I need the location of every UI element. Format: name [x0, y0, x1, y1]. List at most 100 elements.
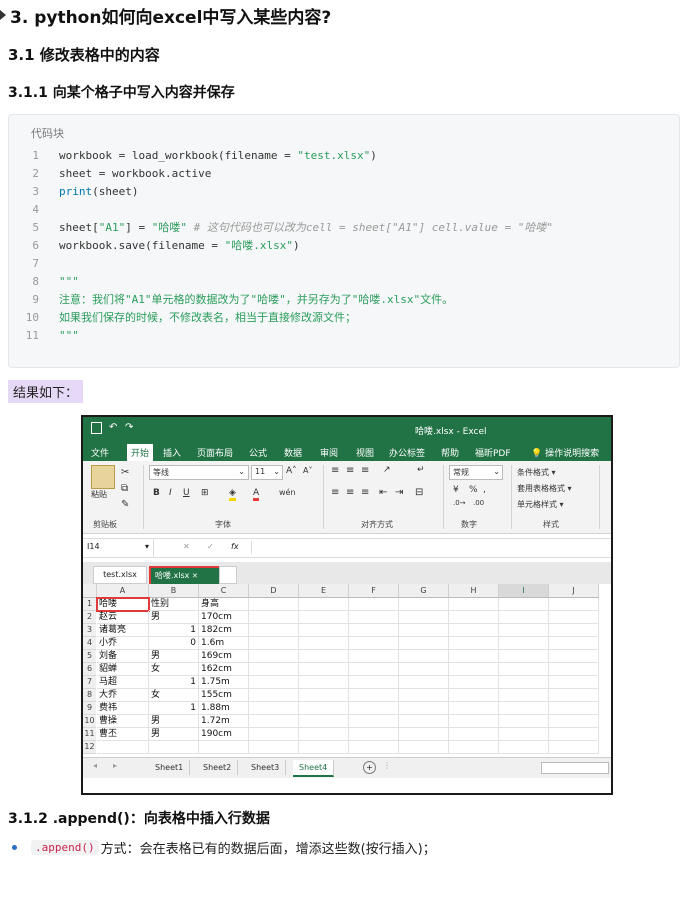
table-cell[interactable]: [249, 728, 299, 741]
ribbon-tab[interactable]: 页面布局: [197, 446, 233, 459]
fx-icon[interactable]: fx: [231, 542, 239, 551]
fill-color-icon[interactable]: ◈: [229, 488, 236, 501]
table-cell[interactable]: 女: [149, 663, 199, 676]
orientation-icon[interactable]: ↗: [383, 465, 391, 475]
table-cell[interactable]: 1: [149, 676, 199, 689]
table-cell[interactable]: 费祎: [97, 702, 149, 715]
table-cell[interactable]: [499, 676, 549, 689]
enter-icon[interactable]: ✓: [207, 542, 214, 551]
table-cell[interactable]: [399, 624, 449, 637]
table-cell[interactable]: [349, 741, 399, 754]
table-cell[interactable]: 155cm: [199, 689, 249, 702]
new-tab-button[interactable]: [219, 566, 237, 584]
table-cell[interactable]: 1.88m: [199, 702, 249, 715]
row-header[interactable]: 2: [83, 611, 96, 624]
table-cell[interactable]: [299, 741, 349, 754]
row-header[interactable]: 8: [83, 689, 96, 702]
table-cell[interactable]: [499, 637, 549, 650]
table-cell[interactable]: 1.72m: [199, 715, 249, 728]
horizontal-scrollbar[interactable]: [541, 762, 609, 774]
save-icon[interactable]: [91, 422, 102, 434]
select-all-corner[interactable]: [83, 584, 97, 598]
table-cell[interactable]: 182cm: [199, 624, 249, 637]
table-cell[interactable]: [499, 611, 549, 624]
table-cell[interactable]: [349, 689, 399, 702]
row-header[interactable]: 10: [83, 715, 96, 728]
table-cell[interactable]: 1: [149, 702, 199, 715]
cancel-icon[interactable]: ✕: [183, 542, 190, 551]
table-cell[interactable]: [249, 741, 299, 754]
table-cell[interactable]: [249, 663, 299, 676]
paste-label[interactable]: 粘贴: [91, 489, 107, 500]
paste-icon[interactable]: [91, 465, 115, 489]
table-cell[interactable]: 曹操: [97, 715, 149, 728]
phonetic-icon[interactable]: wén: [279, 488, 296, 497]
font-size-select[interactable]: 11 ⌄: [251, 465, 283, 480]
sheet-menu-icon[interactable]: ⋮: [383, 761, 391, 770]
decrease-decimal-icon[interactable]: .00: [473, 499, 484, 507]
name-box[interactable]: I14 ▾: [87, 542, 149, 551]
table-cell[interactable]: 女: [149, 689, 199, 702]
table-cell[interactable]: 大乔: [97, 689, 149, 702]
ribbon-tab[interactable]: 福昕PDF: [475, 446, 511, 459]
table-cell[interactable]: [299, 702, 349, 715]
table-cell[interactable]: [349, 702, 399, 715]
column-header[interactable]: H: [449, 584, 499, 598]
table-cell[interactable]: [299, 728, 349, 741]
conditional-format-button[interactable]: 条件格式 ▾: [517, 467, 556, 478]
column-header[interactable]: A: [97, 584, 149, 598]
collapse-caret-icon[interactable]: [0, 10, 6, 20]
table-cell[interactable]: [249, 676, 299, 689]
comma-icon[interactable]: ,: [483, 485, 486, 495]
table-cell[interactable]: [499, 702, 549, 715]
table-cell[interactable]: [349, 715, 399, 728]
row-header[interactable]: 6: [83, 663, 96, 676]
sheet-tab[interactable]: Sheet2: [197, 760, 239, 775]
copy-icon[interactable]: ⧉: [121, 483, 128, 494]
table-cell[interactable]: 1.6m: [199, 637, 249, 650]
sheet-tab[interactable]: Sheet1: [149, 760, 191, 775]
table-cell[interactable]: [549, 689, 599, 702]
ribbon-tab[interactable]: 文件: [91, 446, 109, 459]
table-cell[interactable]: [349, 650, 399, 663]
table-cell[interactable]: 曹丕: [97, 728, 149, 741]
table-cell[interactable]: [499, 689, 549, 702]
table-cell[interactable]: 0: [149, 637, 199, 650]
close-icon[interactable]: ✕: [192, 572, 198, 580]
ribbon-tab[interactable]: 💡 操作说明搜索: [531, 446, 599, 459]
table-cell[interactable]: [349, 637, 399, 650]
table-cell[interactable]: [449, 611, 499, 624]
row-header[interactable]: 12: [83, 741, 96, 754]
table-cell[interactable]: [399, 689, 449, 702]
indent-increase-icon[interactable]: ⇥: [395, 487, 403, 498]
table-cell[interactable]: [249, 598, 299, 611]
table-cell[interactable]: [549, 650, 599, 663]
table-cell[interactable]: [399, 715, 449, 728]
table-cell[interactable]: [549, 663, 599, 676]
column-header[interactable]: F: [349, 584, 399, 598]
undo-icon[interactable]: ↶: [109, 422, 117, 433]
column-header[interactable]: I: [499, 584, 549, 598]
table-cell[interactable]: 162cm: [199, 663, 249, 676]
table-cell[interactable]: [449, 598, 499, 611]
table-cell[interactable]: 男: [149, 611, 199, 624]
ribbon-tab[interactable]: 公式: [249, 446, 267, 459]
row-header[interactable]: 9: [83, 702, 96, 715]
table-cell[interactable]: [199, 741, 249, 754]
ribbon-tab[interactable]: 数据: [284, 446, 302, 459]
column-header[interactable]: G: [399, 584, 449, 598]
table-cell[interactable]: [249, 702, 299, 715]
row-header[interactable]: 4: [83, 637, 96, 650]
align-middle-icon[interactable]: ≡: [346, 465, 354, 476]
table-cell[interactable]: [549, 741, 599, 754]
file-tab-test[interactable]: test.xlsx: [93, 566, 147, 584]
table-cell[interactable]: 诸葛亮: [97, 624, 149, 637]
table-cell[interactable]: 1.75m: [199, 676, 249, 689]
table-cell[interactable]: [499, 663, 549, 676]
table-cell[interactable]: [549, 611, 599, 624]
table-cell[interactable]: [299, 689, 349, 702]
table-cell[interactable]: 身高: [199, 598, 249, 611]
table-cell[interactable]: [249, 637, 299, 650]
font-color-icon[interactable]: A: [253, 488, 260, 501]
add-sheet-icon[interactable]: +: [363, 761, 376, 774]
